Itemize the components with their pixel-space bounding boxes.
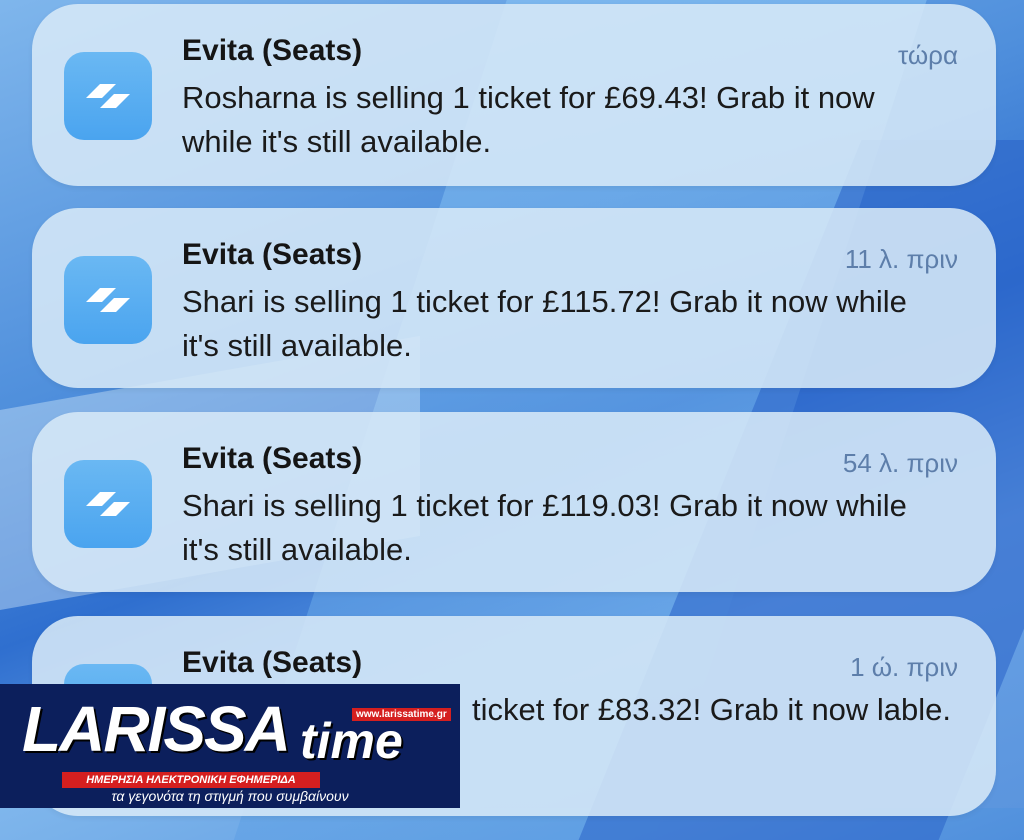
watermark-logo: LARISSA time www.larissatime.gr ΗΜΕΡΗΣΙΑ… <box>0 684 460 808</box>
app-logo-icon <box>64 52 152 140</box>
app-name: Evita (Seats) <box>182 238 363 271</box>
notification-message: Shari is selling 1 ticket for £115.72! G… <box>182 284 907 363</box>
watermark-strip: ΗΜΕΡΗΣΙΑ ΗΛΕΚΤΡΟΝΙΚΗ ΕΦΗΜΕΡΙΔΑ <box>62 772 320 788</box>
watermark-tagline: τα γεγονότα τη στιγμή που συμβαίνουν <box>111 788 349 804</box>
app-name: Evita (Seats) <box>182 442 363 475</box>
app-name: Evita (Seats) <box>182 646 363 679</box>
notification-card[interactable]: Evita (Seats) τώρα Rosharna is selling 1… <box>32 4 996 186</box>
app-name: Evita (Seats) <box>182 34 363 67</box>
app-logo-icon <box>64 256 152 344</box>
notification-card[interactable]: Evita (Seats) 11 λ. πριν Shari is sellin… <box>32 208 996 388</box>
notification-card[interactable]: Evita (Seats) 54 λ. πριν Shari is sellin… <box>32 412 996 592</box>
watermark-url: www.larissatime.gr <box>352 708 451 721</box>
app-logo-icon <box>64 460 152 548</box>
notification-message: Shari is selling 1 ticket for £119.03! G… <box>182 488 907 567</box>
notification-time: 1 ώ. πριν <box>850 652 958 682</box>
notification-time: τώρα <box>897 40 958 70</box>
notification-message: ticket for £83.32! Grab it now lable. <box>472 692 952 727</box>
notification-time: 54 λ. πριν <box>842 448 958 478</box>
notification-time: 11 λ. πριν <box>844 244 958 274</box>
watermark-word-main: LARISSA <box>22 693 291 765</box>
notification-message: Rosharna is selling 1 ticket for £69.43!… <box>182 80 875 159</box>
